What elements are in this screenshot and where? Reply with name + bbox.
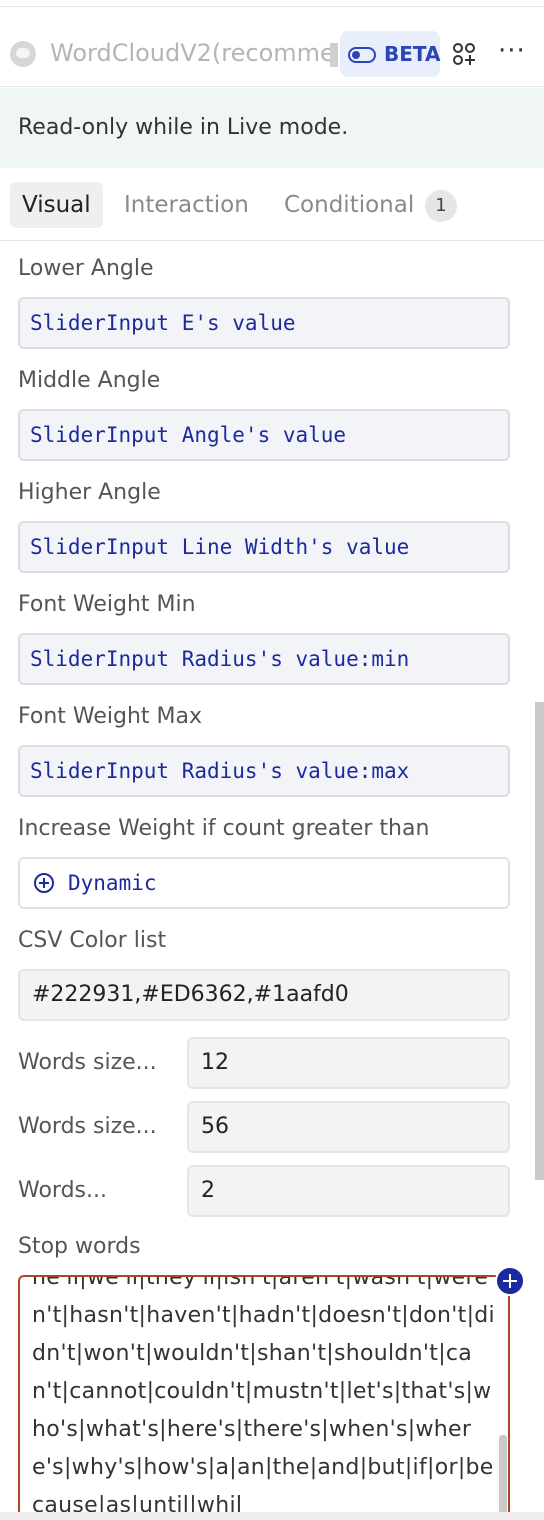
panel-scrollbar[interactable]	[535, 702, 544, 1180]
font-weight-min-label: Font Weight Min	[18, 592, 196, 617]
component-name[interactable]: WordCloudV2(recomme	[50, 33, 330, 73]
lower-angle-input[interactable]: SliderInput E's value	[18, 297, 510, 349]
increase-weight-label: Increase Weight if count greater than	[18, 816, 430, 841]
beta-toggle-button[interactable]: BETA	[340, 31, 440, 77]
textarea-scrollbar[interactable]	[499, 1435, 507, 1520]
csv-color-list-label: CSV Color list	[18, 928, 167, 953]
tab-conditional[interactable]: Conditional	[284, 182, 414, 228]
shapes-icon[interactable]	[452, 42, 476, 66]
words-size-min-label: Words size...	[18, 1050, 157, 1075]
beta-label: BETA	[384, 42, 441, 66]
stop-words-textarea[interactable]: he'll|we'll|they'll|isn't|aren't|wasn't|…	[18, 1275, 510, 1520]
more-icon[interactable]: ···	[498, 38, 526, 66]
name-cursor	[330, 43, 338, 67]
conditional-count-badge: 1	[425, 190, 457, 222]
font-weight-max-input[interactable]: SliderInput Radius's value:max	[18, 745, 510, 797]
tab-visual[interactable]: Visual	[10, 182, 103, 228]
middle-angle-label: Middle Angle	[18, 368, 161, 393]
font-weight-max-label: Font Weight Max	[18, 704, 203, 729]
font-weight-min-input[interactable]: SliderInput Radius's value:min	[18, 633, 510, 685]
stop-words-label: Stop words	[18, 1234, 141, 1259]
tab-interaction[interactable]: Interaction	[124, 182, 249, 228]
middle-angle-input[interactable]: SliderInput Angle's value	[18, 409, 510, 461]
tab-bar: Visual Interaction Conditional 1	[0, 168, 544, 241]
banner-text: Read-only while in Live mode.	[18, 115, 349, 140]
words-size-min-input[interactable]: 12	[187, 1037, 510, 1089]
add-icon[interactable]	[495, 1266, 525, 1296]
words-other-input[interactable]: 2	[187, 1165, 510, 1217]
top-divider	[0, 6, 544, 7]
dynamic-label: Dynamic	[68, 871, 157, 895]
dynamic-button[interactable]: Dynamic	[18, 857, 510, 909]
live-mode-banner: Read-only while in Live mode.	[0, 88, 544, 168]
higher-angle-input[interactable]: SliderInput Line Width's value	[18, 521, 510, 573]
csv-color-list-input[interactable]: #222931,#ED6362,#1aafd0	[18, 969, 510, 1021]
plus-circle-icon	[34, 873, 54, 893]
higher-angle-label: Higher Angle	[18, 480, 161, 505]
stop-words-text: he'll|we'll|they'll|isn't|aren't|wasn't|…	[32, 1275, 495, 1518]
words-size-max-label: Words size...	[18, 1114, 157, 1139]
toggle-icon	[348, 47, 376, 63]
words-other-label: Words...	[18, 1178, 107, 1203]
component-icon	[10, 41, 36, 67]
bottom-edge	[0, 1512, 544, 1520]
words-size-max-input[interactable]: 56	[187, 1101, 510, 1153]
lower-angle-label: Lower Angle	[18, 256, 154, 281]
inspector-header: WordCloudV2(recomme BETA ···	[0, 8, 544, 87]
